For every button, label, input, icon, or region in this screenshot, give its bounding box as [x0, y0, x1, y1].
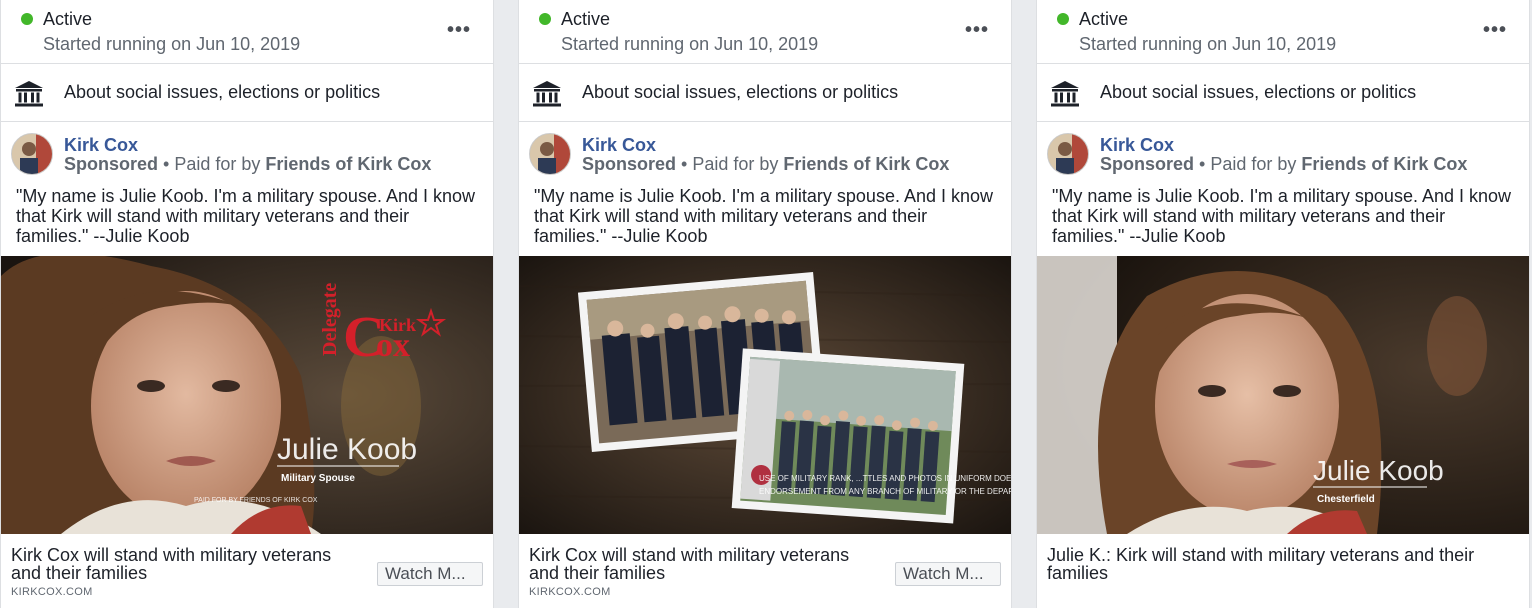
category-text: About social issues, elections or politi… [1100, 82, 1417, 102]
government-building-icon [533, 81, 561, 107]
logo-delegate-text: Delegate [319, 283, 341, 356]
started-running-date: Started running on Jun 10, 2019 [1079, 34, 1337, 54]
ad-footer: Kirk Cox will stand with military vetera… [519, 534, 1011, 608]
payer-name: Friends of Kirk Cox [265, 154, 432, 174]
video-paid-for-text: PAID FOR BY FRIENDS OF KIRK COX [194, 497, 318, 504]
ad-card-1: Active Started running on Jun 10, 2019 •… [0, 0, 494, 608]
link-title[interactable]: Julie K.: Kirk will stand with military … [1047, 546, 1507, 582]
ad-body-text: "My name is Julie Koob. I'm a military s… [16, 186, 476, 246]
sponsored-label: Sponsored [582, 154, 677, 174]
link-domain: KIRKCOX.COM [529, 586, 611, 598]
payer-name: Friends of Kirk Cox [1301, 154, 1468, 174]
status-label: Active [1079, 9, 1129, 29]
ad-header: Kirk Cox Sponsored • Paid for by Friends… [519, 122, 1011, 180]
page-avatar[interactable] [11, 133, 53, 175]
status-row: Active Started running on Jun 10, 2019 •… [1, 0, 493, 64]
sponsored-label: Sponsored [64, 154, 159, 174]
started-running-date: Started running on Jun 10, 2019 [43, 34, 301, 54]
video-name-caption: Julie Koob [1313, 455, 1444, 486]
ad-body-text: "My name is Julie Koob. I'm a military s… [534, 186, 994, 246]
page-name-link[interactable]: Kirk Cox [582, 135, 656, 156]
page-avatar[interactable] [1047, 133, 1089, 175]
category-text: About social issues, elections or politi… [64, 82, 381, 102]
government-building-icon [15, 81, 43, 107]
active-status-dot [539, 13, 551, 25]
link-domain: KIRKCOX.COM [11, 586, 93, 598]
government-building-icon [1051, 81, 1079, 107]
ad-header: Kirk Cox Sponsored • Paid for by Friends… [1, 122, 493, 180]
ad-footer: Kirk Cox will stand with military vetera… [1, 534, 493, 608]
category-row: About social issues, elections or politi… [1037, 64, 1529, 122]
active-status-dot [21, 13, 33, 25]
logo-ox-text: ox [376, 327, 410, 364]
active-status-dot [1057, 13, 1069, 25]
paid-for-by-label: • Paid for by [676, 154, 784, 174]
ad-video-thumbnail[interactable]: USE OF MILITARY RANK, ...TTLES AND PHOTO… [519, 256, 1011, 534]
sponsored-label: Sponsored [1100, 154, 1195, 174]
status-row: Active Started running on Jun 10, 2019 •… [1037, 0, 1529, 64]
paid-for-by-label: • Paid for by [1194, 154, 1302, 174]
ad-body-text: "My name is Julie Koob. I'm a military s… [1052, 186, 1512, 246]
video-sub-caption: Military Spouse [281, 473, 355, 484]
page-name-link[interactable]: Kirk Cox [1100, 135, 1174, 156]
video-sub-caption: Chesterfield [1317, 494, 1375, 505]
ad-card-2: Active Started running on Jun 10, 2019 •… [518, 0, 1012, 608]
payer-name: Friends of Kirk Cox [783, 154, 950, 174]
ad-video-thumbnail[interactable]: Delegate C Kirk ox Julie Koob Military S… [1, 256, 493, 534]
category-text: About social issues, elections or politi… [582, 82, 899, 102]
sponsored-line: Sponsored • Paid for by Friends of Kirk … [1100, 154, 1467, 175]
more-options-icon[interactable]: ••• [447, 20, 471, 40]
sponsored-line: Sponsored • Paid for by Friends of Kirk … [64, 154, 431, 175]
more-options-icon[interactable]: ••• [1483, 20, 1507, 40]
paid-for-by-label: • Paid for by [158, 154, 266, 174]
category-row: About social issues, elections or politi… [1, 64, 493, 122]
more-options-icon[interactable]: ••• [965, 20, 989, 40]
sponsored-line: Sponsored • Paid for by Friends of Kirk … [582, 154, 949, 175]
ad-footer: Julie K.: Kirk will stand with military … [1037, 534, 1529, 608]
page-name-link[interactable]: Kirk Cox [64, 135, 138, 156]
video-name-caption: Julie Koob [277, 433, 417, 466]
page-avatar[interactable] [529, 133, 571, 175]
ad-card-3: Active Started running on Jun 10, 2019 •… [1036, 0, 1530, 608]
status-row: Active Started running on Jun 10, 2019 •… [519, 0, 1011, 64]
status-label: Active [561, 9, 611, 29]
ad-header: Kirk Cox Sponsored • Paid for by Friends… [1037, 122, 1529, 180]
watch-more-button[interactable]: Watch M... [895, 562, 1001, 586]
status-label: Active [43, 9, 93, 29]
ad-video-thumbnail[interactable]: Julie Koob Chesterfield [1037, 256, 1529, 534]
started-running-date: Started running on Jun 10, 2019 [561, 34, 819, 54]
link-title[interactable]: Kirk Cox will stand with military vetera… [11, 546, 351, 582]
disclaimer-line-1: USE OF MILITARY RANK, ...TTLES AND PHOTO… [759, 474, 1011, 483]
category-row: About social issues, elections or politi… [519, 64, 1011, 122]
link-title[interactable]: Kirk Cox will stand with military vetera… [529, 546, 869, 582]
disclaimer-line-2: ENDORSEMENT FROM ANY BRANCH OF MILITARY … [759, 487, 1011, 496]
watch-more-button[interactable]: Watch M... [377, 562, 483, 586]
